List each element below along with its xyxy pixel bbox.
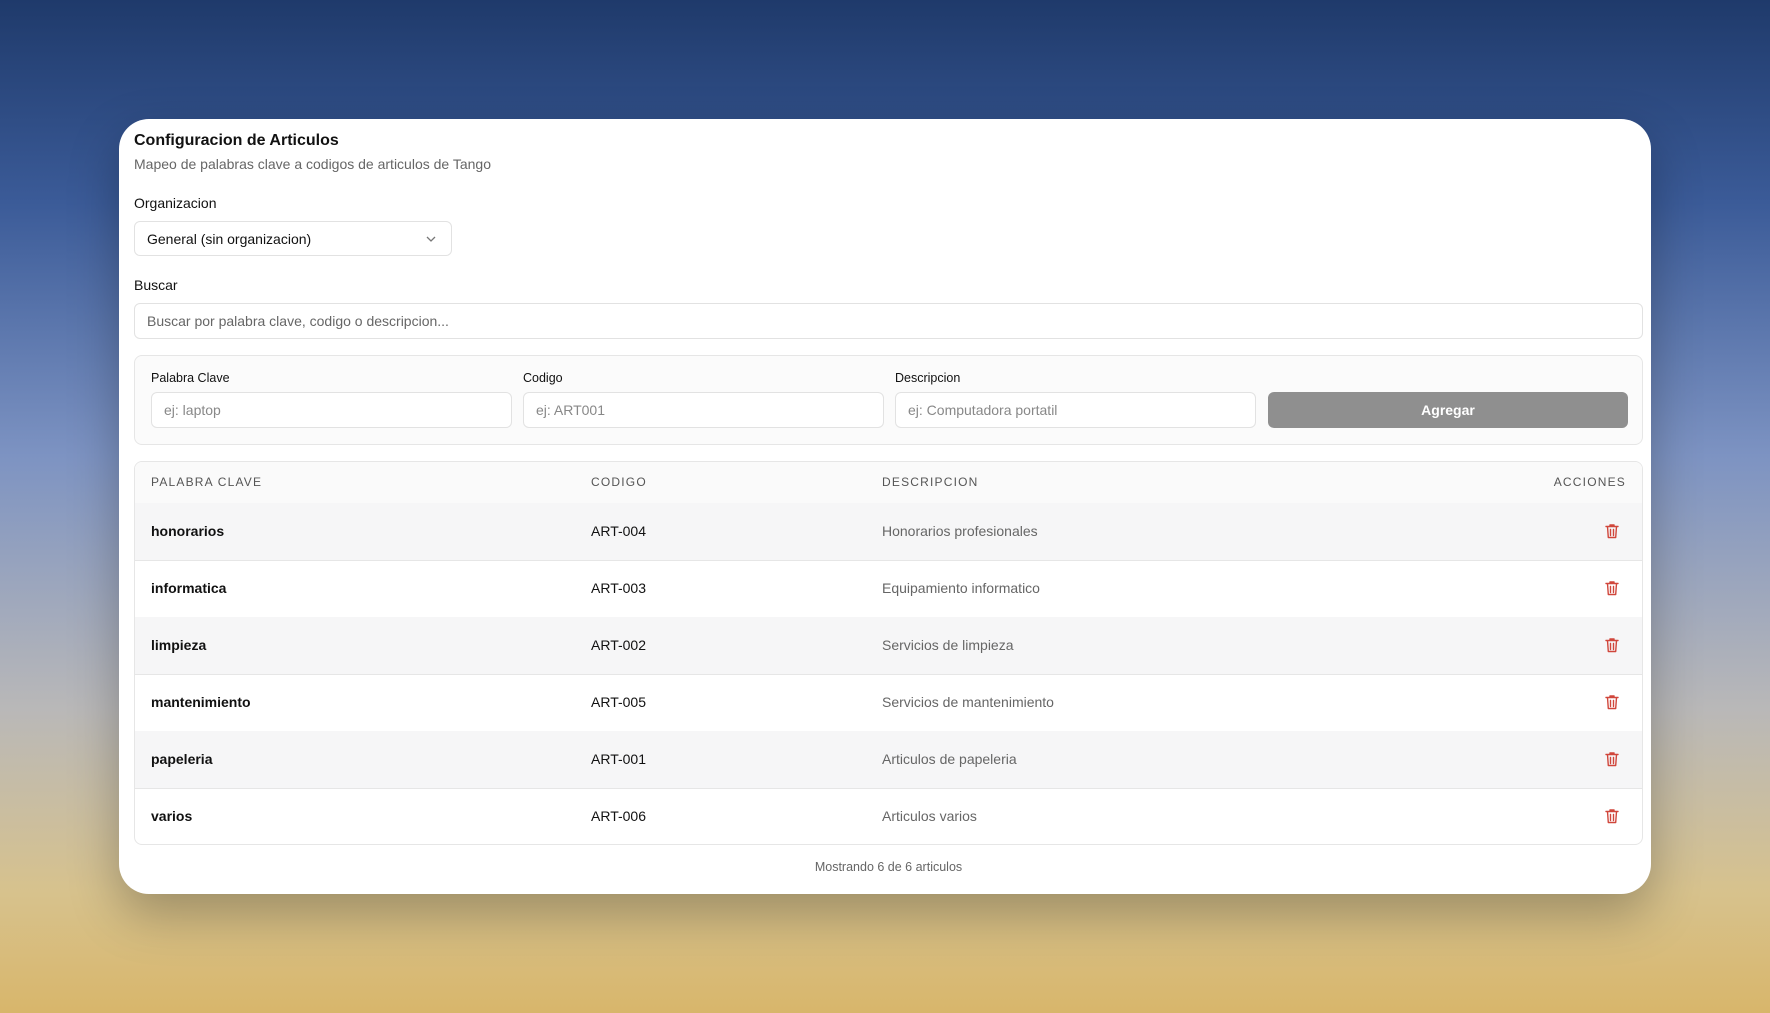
keyword-field-label: Palabra Clave bbox=[151, 371, 230, 385]
table-row: limpieza ART-002 Servicios de limpieza bbox=[135, 617, 1642, 675]
articles-table: PALABRA CLAVE CODIGO DESCRIPCION ACCIONE… bbox=[134, 461, 1643, 845]
add-article-form: Palabra Clave Codigo Descripcion Agregar bbox=[134, 355, 1643, 445]
table-header: PALABRA CLAVE CODIGO DESCRIPCION ACCIONE… bbox=[135, 462, 1642, 504]
table-row: honorarios ART-004 Honorarios profesiona… bbox=[135, 503, 1642, 561]
row-keyword: informatica bbox=[151, 580, 227, 596]
row-keyword: limpieza bbox=[151, 637, 207, 653]
table-footer-summary: Mostrando 6 de 6 articulos bbox=[814, 860, 963, 874]
column-header-actions: ACCIONES bbox=[1553, 475, 1626, 489]
row-keyword: papeleria bbox=[151, 751, 213, 767]
row-code: ART-006 bbox=[591, 808, 646, 824]
chevron-down-icon bbox=[426, 236, 436, 242]
trash-icon[interactable] bbox=[1605, 580, 1619, 596]
trash-icon[interactable] bbox=[1605, 523, 1619, 539]
row-code: ART-002 bbox=[591, 637, 646, 653]
trash-icon[interactable] bbox=[1605, 751, 1619, 767]
description-field-label: Descripcion bbox=[895, 371, 961, 385]
organization-label: Organizacion bbox=[134, 195, 217, 211]
row-code: ART-001 bbox=[591, 751, 646, 767]
row-description: Honorarios profesionales bbox=[882, 523, 1038, 539]
row-description: Articulos varios bbox=[882, 808, 977, 824]
table-row: varios ART-006 Articulos varios bbox=[135, 788, 1642, 844]
row-keyword: mantenimiento bbox=[151, 694, 251, 710]
row-keyword: varios bbox=[151, 808, 193, 824]
table-row: informatica ART-003 Equipamiento informa… bbox=[135, 560, 1642, 618]
row-keyword: honorarios bbox=[151, 523, 225, 539]
table-row: mantenimiento ART-005 Servicios de mante… bbox=[135, 674, 1642, 732]
row-code: ART-005 bbox=[591, 694, 646, 710]
table-row: papeleria ART-001 Articulos de papeleria bbox=[135, 731, 1642, 789]
row-code: ART-003 bbox=[591, 580, 646, 596]
column-header-code: CODIGO bbox=[591, 475, 647, 489]
add-button[interactable]: Agregar bbox=[1268, 392, 1628, 428]
organization-selected-value: General (sin organizacion) bbox=[147, 230, 312, 247]
row-code: ART-004 bbox=[591, 523, 646, 539]
code-field[interactable] bbox=[523, 392, 884, 428]
row-description: Servicios de limpieza bbox=[882, 637, 1014, 653]
row-description: Servicios de mantenimiento bbox=[882, 694, 1054, 710]
column-header-keyword: PALABRA CLAVE bbox=[151, 475, 263, 489]
search-input[interactable] bbox=[134, 303, 1643, 339]
articles-config-window: Configuracion de Articulos Mapeo de pala… bbox=[119, 119, 1651, 894]
code-field-label: Codigo bbox=[523, 371, 563, 385]
trash-icon[interactable] bbox=[1605, 694, 1619, 710]
column-header-description: DESCRIPCION bbox=[882, 475, 979, 489]
keyword-field[interactable] bbox=[151, 392, 512, 428]
organization-select[interactable]: General (sin organizacion) bbox=[134, 221, 452, 256]
page-subtitle: Mapeo de palabras clave a codigos de art… bbox=[134, 156, 491, 172]
trash-icon[interactable] bbox=[1605, 637, 1619, 653]
search-label: Buscar bbox=[134, 277, 178, 293]
page-title: Configuracion de Articulos bbox=[134, 132, 339, 149]
trash-icon[interactable] bbox=[1605, 808, 1619, 824]
description-field[interactable] bbox=[895, 392, 1256, 428]
row-description: Articulos de papeleria bbox=[882, 751, 1017, 767]
row-description: Equipamiento informatico bbox=[882, 580, 1040, 596]
